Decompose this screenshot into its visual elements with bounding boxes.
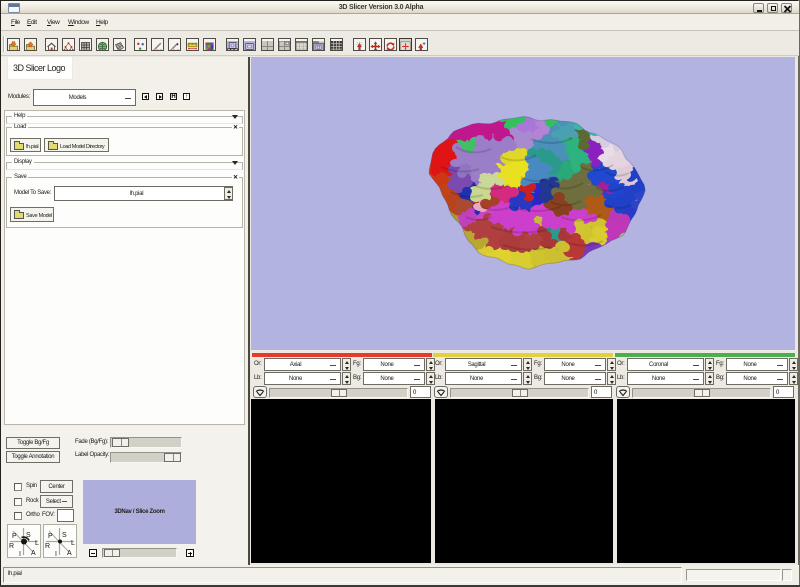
svg-text:L: L [71, 540, 75, 547]
svg-text:I: I [19, 551, 21, 558]
svg-text:L: L [35, 540, 39, 547]
svg-text:R: R [45, 543, 50, 550]
svg-text:A: A [67, 550, 72, 557]
svg-text:P: P [48, 533, 53, 540]
svg-text:S: S [62, 532, 67, 539]
svg-text:R: R [9, 543, 14, 550]
svg-text:A: A [31, 550, 36, 557]
svg-text:P: P [12, 533, 17, 540]
svg-text:S: S [26, 532, 31, 539]
svg-text:I: I [55, 551, 57, 558]
